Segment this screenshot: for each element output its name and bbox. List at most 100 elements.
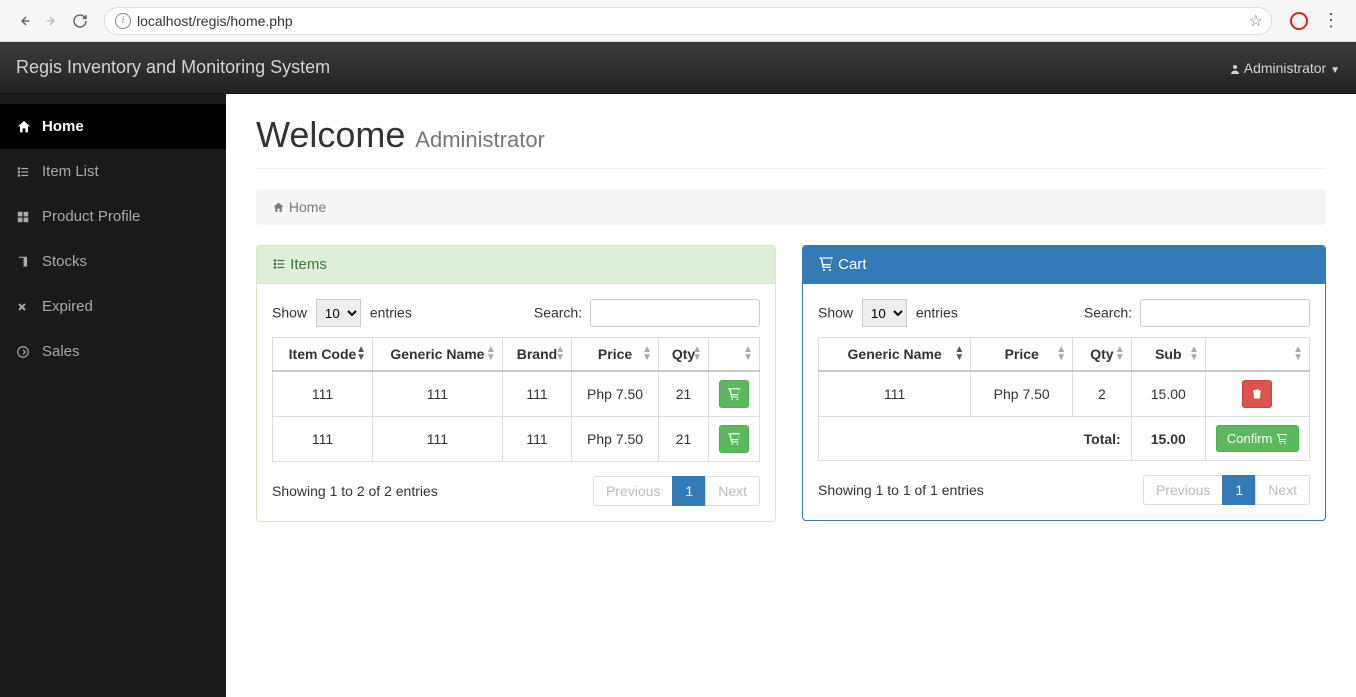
navbar-brand: Regis Inventory and Monitoring System	[16, 57, 330, 78]
items-prev-button[interactable]: Previous	[593, 476, 673, 506]
cart-total-label: Total:	[819, 417, 1132, 461]
items-length-control: Show 10 entries	[272, 299, 412, 327]
browser-back-button[interactable]	[10, 7, 38, 35]
items-pagination: Previous 1 Next	[594, 476, 760, 506]
sort-icon: ▲▼	[486, 346, 496, 362]
caret-down-icon: ▼	[1330, 65, 1340, 76]
sidebar-item-item-list[interactable]: Item List	[0, 149, 226, 194]
cart-col-qty[interactable]: Qty▲▼	[1073, 338, 1132, 372]
entries-label: entries	[916, 305, 958, 321]
circle-arrow-icon	[16, 345, 34, 359]
table-row: 111 111 111 Php 7.50 21	[273, 417, 760, 462]
sidebar-item-label: Item List	[42, 163, 99, 180]
items-page-1-button[interactable]: 1	[672, 476, 706, 506]
sidebar-item-label: Product Profile	[42, 208, 140, 225]
remove-from-cart-button[interactable]	[1242, 380, 1272, 408]
cart-table: Generic Name▲▼ Price▲▼ Qty▲▼ Sub▲▼ ▲▼ 11…	[818, 337, 1310, 461]
navbar-user-label: Administrator	[1244, 60, 1326, 76]
info-icon: i	[115, 13, 131, 29]
book-icon	[16, 255, 34, 269]
grid-icon	[16, 210, 34, 224]
sidebar-item-product-profile[interactable]: Product Profile	[0, 194, 226, 239]
browser-chrome: i localhost/regis/home.php ☆ ⋮	[0, 0, 1356, 42]
items-col-qty[interactable]: Qty▲▼	[658, 338, 708, 372]
home-icon	[16, 119, 34, 135]
items-col-price[interactable]: Price▲▼	[572, 338, 659, 372]
url-bar[interactable]: i localhost/regis/home.php ☆	[104, 7, 1272, 35]
cart-total-value: 15.00	[1131, 417, 1205, 461]
items-col-code[interactable]: Item Code▲▼	[273, 338, 373, 372]
confirm-label: Confirm	[1227, 431, 1273, 446]
items-panel-heading: Items	[257, 246, 775, 284]
navbar-user-menu[interactable]: Administrator ▼	[1229, 60, 1340, 76]
cart-icon	[1276, 433, 1288, 445]
items-search-input[interactable]	[590, 299, 760, 327]
cart-icon	[818, 256, 834, 272]
confirm-cart-button[interactable]: Confirm	[1216, 425, 1299, 452]
cart-col-generic[interactable]: Generic Name▲▼	[819, 338, 971, 372]
cell-price: Php 7.50	[572, 371, 659, 417]
search-label: Search:	[1084, 305, 1132, 321]
main-content: Welcome Administrator Home Items Show	[226, 94, 1356, 697]
trash-icon	[1251, 387, 1263, 401]
cart-search-input[interactable]	[1140, 299, 1310, 327]
add-to-cart-button[interactable]	[719, 425, 749, 453]
items-panel-title: Items	[290, 256, 327, 273]
opera-icon	[1290, 12, 1308, 30]
cart-prev-button[interactable]: Previous	[1143, 475, 1223, 505]
browser-reload-button[interactable]	[66, 7, 94, 35]
bookmark-star-icon[interactable]: ☆	[1249, 11, 1263, 31]
items-datatable-top: Show 10 entries Search:	[272, 299, 760, 327]
items-col-brand[interactable]: Brand▲▼	[502, 338, 571, 372]
cart-pagination: Previous 1 Next	[1144, 475, 1310, 505]
items-col-generic[interactable]: Generic Name▲▼	[372, 338, 502, 372]
sidebar-item-expired[interactable]: Expired	[0, 284, 226, 329]
entries-label: entries	[370, 305, 412, 321]
items-search-control: Search:	[534, 299, 760, 327]
top-navbar: Regis Inventory and Monitoring System Ad…	[0, 42, 1356, 94]
table-row: 111 111 111 Php 7.50 21	[273, 371, 760, 417]
cart-panel-heading: Cart	[803, 246, 1325, 284]
cell-code: 111	[273, 371, 373, 417]
cell-sub: 15.00	[1131, 371, 1205, 417]
sort-icon: ▲▼	[1115, 346, 1125, 362]
url-text: localhost/regis/home.php	[137, 13, 293, 29]
sort-icon: ▲▼	[1293, 346, 1303, 362]
page-header: Welcome Administrator	[256, 114, 1326, 169]
items-next-button[interactable]: Next	[705, 476, 760, 506]
cell-code: 111	[273, 417, 373, 462]
cart-col-sub[interactable]: Sub▲▼	[1131, 338, 1205, 372]
sidebar-item-home[interactable]: Home	[0, 104, 226, 149]
home-icon	[272, 201, 285, 214]
cell-generic: 111	[372, 417, 502, 462]
items-table: Item Code▲▼ Generic Name▲▼ Brand▲▼ Price…	[272, 337, 760, 462]
sidebar-item-label: Expired	[42, 298, 93, 315]
cart-page-1-button[interactable]: 1	[1222, 475, 1256, 505]
browser-menu-button[interactable]: ⋮	[1316, 10, 1346, 31]
show-label: Show	[818, 305, 853, 321]
sidebar-item-sales[interactable]: Sales	[0, 329, 226, 374]
breadcrumb: Home	[256, 189, 1326, 225]
arrow-right-icon	[44, 13, 60, 29]
cell-generic: 111	[819, 371, 971, 417]
browser-forward-button[interactable]	[38, 7, 66, 35]
cell-price: Php 7.50	[572, 417, 659, 462]
cart-col-price[interactable]: Price▲▼	[971, 338, 1073, 372]
cart-next-button[interactable]: Next	[1255, 475, 1310, 505]
arrow-left-icon	[16, 13, 32, 29]
cart-col-action[interactable]: ▲▼	[1205, 338, 1309, 372]
cell-qty: 21	[658, 417, 708, 462]
cart-length-select[interactable]: 10	[862, 299, 907, 327]
sidebar-item-stocks[interactable]: Stocks	[0, 239, 226, 284]
sort-icon: ▲▼	[555, 346, 565, 362]
items-col-action[interactable]: ▲▼	[709, 338, 760, 372]
cart-info: Showing 1 to 1 of 1 entries	[818, 482, 984, 498]
reload-icon	[72, 13, 88, 29]
add-to-cart-button[interactable]	[719, 380, 749, 408]
table-row: 111 Php 7.50 2 15.00	[819, 371, 1310, 417]
sidebar-item-label: Stocks	[42, 253, 87, 270]
cell-brand: 111	[502, 417, 571, 462]
items-length-select[interactable]: 10	[316, 299, 361, 327]
cart-datatable-top: Show 10 entries Search:	[818, 299, 1310, 327]
cart-search-control: Search:	[1084, 299, 1310, 327]
